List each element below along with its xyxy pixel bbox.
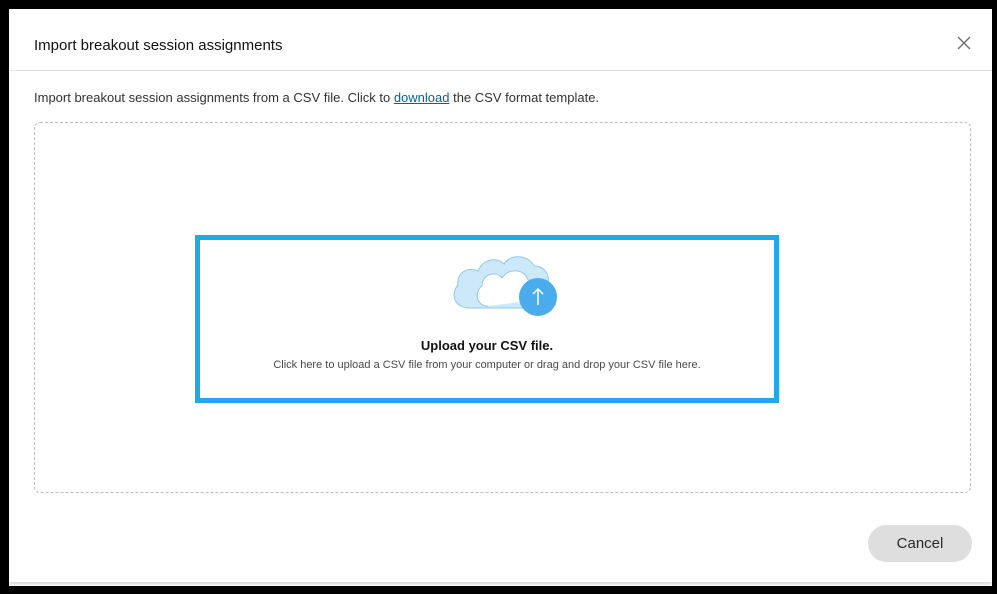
screen-frame-top [0,0,997,9]
upload-instructions: Click here to upload a CSV file from you… [273,359,701,371]
screen-frame-left [0,0,9,594]
screen-frame-right [992,0,997,594]
dialog-description: Import breakout session assignments from… [34,90,599,105]
upload-title: Upload your CSV file. [420,338,554,353]
description-text-end: the CSV format template. [449,90,600,105]
cancel-button[interactable]: Cancel [868,525,972,562]
download-template-link[interactable]: download [394,90,450,105]
import-dialog: Import breakout session assignments Impo… [9,9,992,582]
upload-csv-area[interactable]: Upload your CSV file. Click here to uplo… [195,235,779,403]
header-divider [9,70,992,71]
close-icon[interactable] [953,32,975,54]
dialog-title: Import breakout session assignments [34,37,283,54]
screen-frame-bottom [0,586,997,594]
description-text-start: Import breakout session assignments from… [34,90,394,105]
cloud-upload-icon [453,256,557,316]
